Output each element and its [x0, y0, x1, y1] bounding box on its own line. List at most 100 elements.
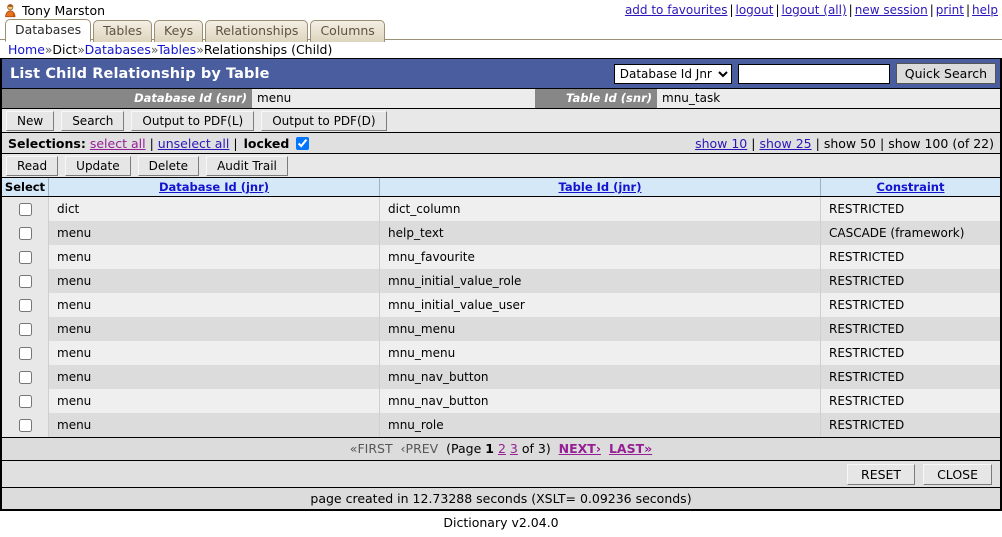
breadcrumb-item-databases[interactable]: Databases — [85, 42, 151, 57]
link-logout[interactable]: logout — [736, 3, 774, 17]
show-50-label[interactable]: show 50 — [824, 136, 876, 151]
cell-database-id: menu — [49, 245, 380, 269]
selections-left: Selections: select all | unselect all | … — [8, 136, 695, 151]
link-help[interactable]: help — [972, 3, 998, 17]
update-button[interactable]: Update — [65, 156, 130, 176]
row-select-cell[interactable] — [2, 365, 49, 389]
row-checkbox[interactable] — [19, 203, 32, 216]
show-10-link[interactable]: show 10 — [695, 136, 747, 151]
table-row[interactable]: dict dict_column RESTRICTED — [2, 197, 1000, 222]
search-button[interactable]: Search — [61, 111, 124, 131]
cell-database-id: menu — [49, 317, 380, 341]
delete-button[interactable]: Delete — [138, 156, 199, 176]
next-page-link[interactable]: NEXT› — [559, 441, 601, 456]
cell-table-id: dict_column — [380, 197, 821, 222]
row-checkbox[interactable] — [19, 299, 32, 312]
row-checkbox[interactable] — [19, 395, 32, 408]
field-value-database-id-snr: menu — [252, 89, 535, 108]
page-link-2[interactable]: 2 — [498, 441, 506, 456]
tab-keys[interactable]: Keys — [154, 20, 203, 42]
selections-label: Selections: — [8, 136, 86, 151]
column-header-database-id[interactable]: Database Id (jnr) — [49, 178, 380, 197]
link-logout-all[interactable]: logout (all) — [782, 3, 847, 17]
table-row[interactable]: menu mnu_role RESTRICTED — [2, 413, 1000, 437]
cell-table-id: mnu_menu — [380, 341, 821, 365]
new-button[interactable]: New — [6, 111, 54, 131]
row-checkbox[interactable] — [19, 275, 32, 288]
breadcrumb-item-tables[interactable]: Tables — [157, 42, 196, 57]
locked-checkbox[interactable] — [296, 137, 309, 150]
link-print[interactable]: print — [936, 3, 964, 17]
table-row[interactable]: menu mnu_nav_button RESTRICTED — [2, 365, 1000, 389]
user-avatar-icon — [4, 3, 18, 18]
unselect-all-link[interactable]: unselect all — [158, 136, 230, 151]
link-add-to-favourites[interactable]: add to favourites — [625, 3, 728, 17]
link-new-session[interactable]: new session — [855, 3, 928, 17]
row-select-cell[interactable] — [2, 221, 49, 245]
tab-databases[interactable]: Databases — [5, 19, 91, 42]
cell-constraint: RESTRICTED — [821, 341, 1001, 365]
selections-separator: | — [150, 136, 154, 151]
select-all-link[interactable]: select all — [90, 136, 146, 151]
cell-table-id: mnu_menu — [380, 317, 821, 341]
breadcrumb-item-current: Relationships (Child) — [204, 42, 333, 57]
row-select-cell[interactable] — [2, 341, 49, 365]
table-row[interactable]: menu mnu_initial_value_user RESTRICTED — [2, 293, 1000, 317]
table-row[interactable]: menu mnu_menu RESTRICTED — [2, 317, 1000, 341]
sort-link-constraint[interactable]: Constraint — [877, 180, 945, 194]
row-checkbox[interactable] — [19, 419, 32, 432]
row-select-cell[interactable] — [2, 197, 49, 222]
audit-trail-button[interactable]: Audit Trail — [206, 156, 288, 176]
sort-link-table-id[interactable]: Table Id (jnr) — [559, 180, 642, 194]
cell-table-id: mnu_role — [380, 413, 821, 437]
cell-constraint: RESTRICTED — [821, 245, 1001, 269]
cell-table-id: mnu_initial_value_role — [380, 269, 821, 293]
row-checkbox[interactable] — [19, 227, 32, 240]
table-row[interactable]: menu help_text CASCADE (framework) — [2, 221, 1000, 245]
output-to-pdf-landscape-button[interactable]: Output to PDF(L) — [131, 111, 254, 131]
page-timing-footer: page created in 12.73288 seconds (XSLT= … — [2, 488, 1000, 509]
cell-constraint: RESTRICTED — [821, 413, 1001, 437]
toolbar-actions: Read Update Delete Audit Trail — [2, 154, 1000, 178]
link-separator: | — [966, 3, 970, 17]
output-to-pdf-portrait-button[interactable]: Output to PDF(D) — [261, 111, 386, 131]
table-row[interactable]: menu mnu_menu RESTRICTED — [2, 341, 1000, 365]
sort-link-database-id[interactable]: Database Id (jnr) — [159, 180, 269, 194]
row-select-cell[interactable] — [2, 269, 49, 293]
last-page-link[interactable]: LAST» — [609, 441, 652, 456]
row-select-cell[interactable] — [2, 413, 49, 437]
row-checkbox[interactable] — [19, 251, 32, 264]
row-checkbox[interactable] — [19, 347, 32, 360]
row-select-cell[interactable] — [2, 317, 49, 341]
quick-search-button[interactable]: Quick Search — [896, 63, 996, 84]
results-table-body: dict dict_column RESTRICTED menu help_te… — [2, 197, 1000, 438]
pagination-bar: «FIRST ‹PREV (Page 1 2 3 of 3) NEXT› LAS… — [2, 437, 1000, 461]
tab-columns[interactable]: Columns — [310, 20, 384, 42]
cell-database-id: menu — [49, 269, 380, 293]
cell-constraint: RESTRICTED — [821, 317, 1001, 341]
breadcrumb-item-home[interactable]: Home — [8, 42, 45, 57]
row-select-cell[interactable] — [2, 293, 49, 317]
reset-button[interactable]: RESET — [847, 464, 915, 485]
quick-search-field-select[interactable]: Database Id Jnr — [614, 64, 732, 84]
cell-database-id: dict — [49, 197, 380, 222]
quick-search-input[interactable] — [738, 64, 890, 84]
column-header-constraint[interactable]: Constraint — [821, 178, 1001, 197]
row-checkbox[interactable] — [19, 323, 32, 336]
page-link-3[interactable]: 3 — [510, 441, 518, 456]
field-label-database-id-snr: Database Id (snr) — [2, 89, 252, 108]
show-100-label[interactable]: show 100 — [888, 136, 948, 151]
row-select-cell[interactable] — [2, 389, 49, 413]
read-button[interactable]: Read — [6, 156, 58, 176]
row-checkbox[interactable] — [19, 371, 32, 384]
row-select-cell[interactable] — [2, 245, 49, 269]
table-row[interactable]: menu mnu_favourite RESTRICTED — [2, 245, 1000, 269]
column-header-table-id[interactable]: Table Id (jnr) — [380, 178, 821, 197]
tab-tables[interactable]: Tables — [93, 20, 152, 42]
cell-database-id: menu — [49, 341, 380, 365]
table-row[interactable]: menu mnu_initial_value_role RESTRICTED — [2, 269, 1000, 293]
show-25-link[interactable]: show 25 — [759, 136, 811, 151]
table-row[interactable]: menu mnu_nav_button RESTRICTED — [2, 389, 1000, 413]
close-button[interactable]: CLOSE — [923, 464, 992, 485]
tab-relationships[interactable]: Relationships — [205, 20, 308, 42]
